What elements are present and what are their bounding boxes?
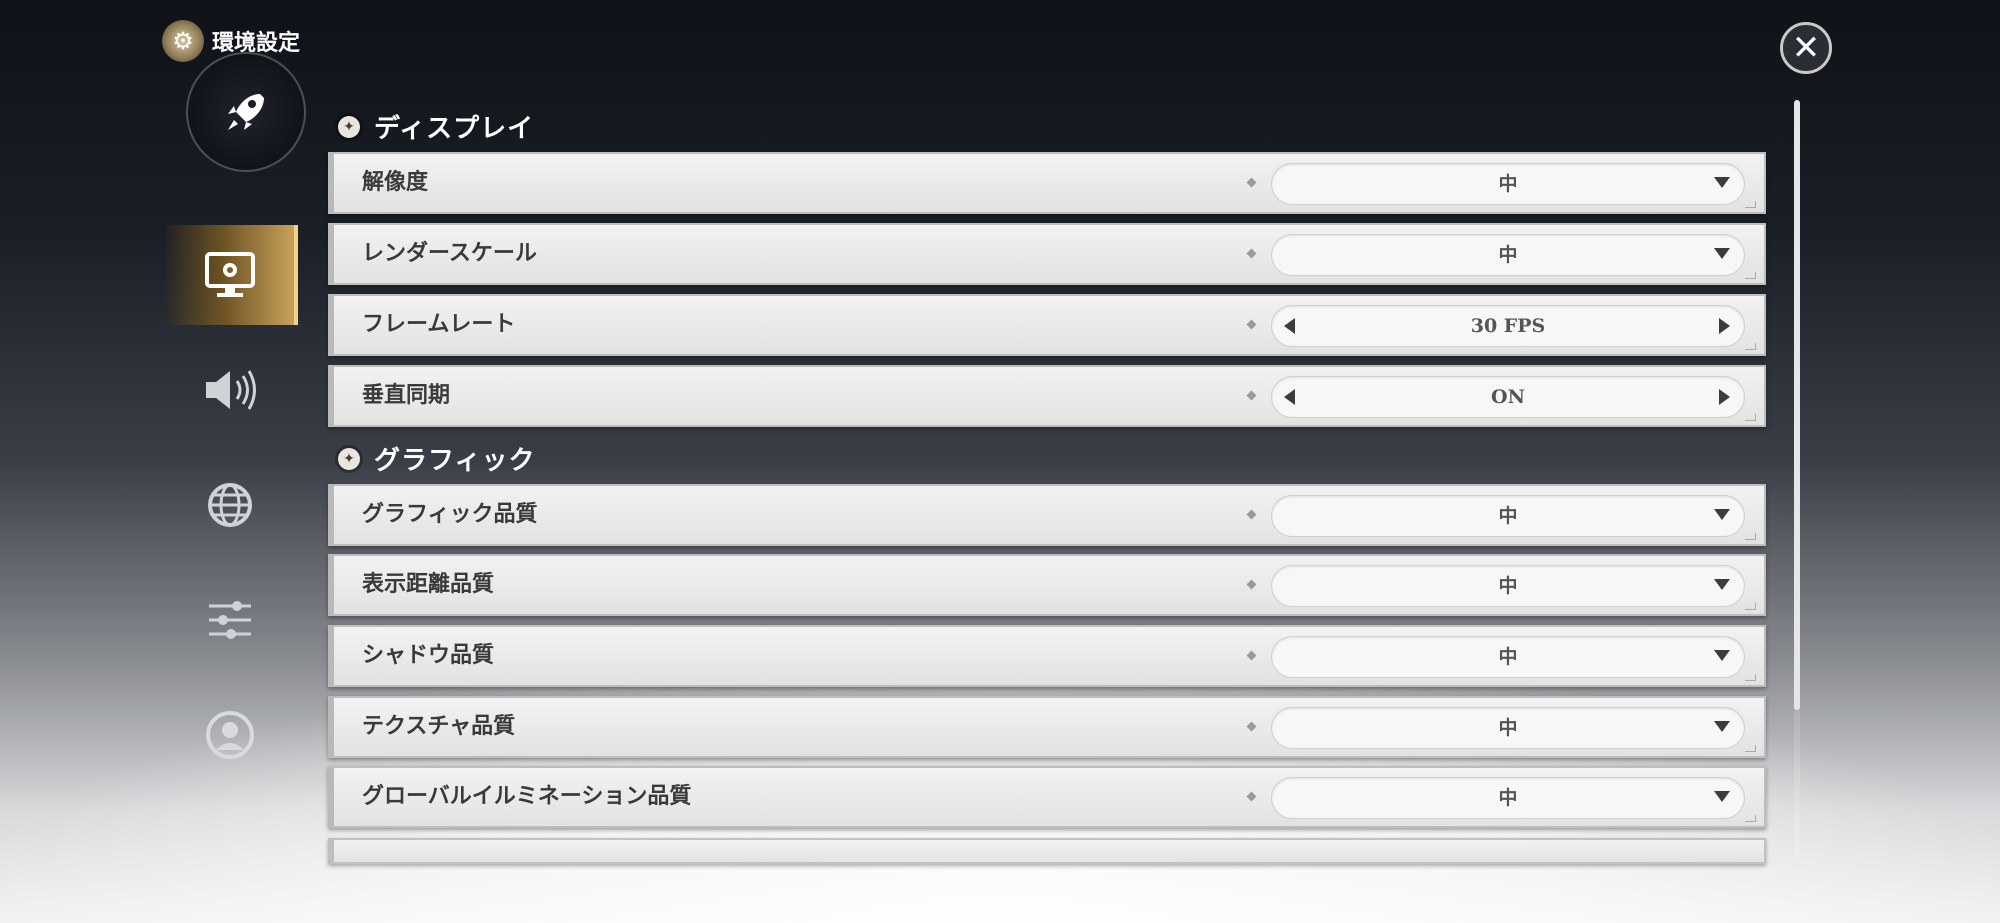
dropdown-value: 中 <box>1498 173 1518 195</box>
speaker-icon <box>206 370 256 410</box>
corner-decoration <box>1745 533 1756 540</box>
user-icon <box>206 711 254 759</box>
nav-item-language[interactable] <box>166 455 294 555</box>
arrow-right-icon[interactable] <box>1719 318 1730 334</box>
section-bullet-icon: ✦ <box>338 115 360 138</box>
frame-rate-stepper[interactable]: 30 FPS <box>1271 305 1745 347</box>
corner-decoration <box>1745 674 1756 681</box>
row-marker-icon <box>1246 248 1257 259</box>
setting-row-graphics-quality: グラフィック品質 中 <box>328 484 1766 546</box>
chevron-down-icon <box>1714 721 1730 732</box>
monitor-gear-icon <box>205 252 255 297</box>
row-marker-icon <box>1246 319 1257 330</box>
shadow-quality-dropdown[interactable]: 中 <box>1271 636 1745 678</box>
corner-decoration <box>1745 201 1756 208</box>
chevron-down-icon <box>1714 791 1730 802</box>
setting-row-resolution: 解像度 中 <box>328 152 1766 214</box>
close-button[interactable]: ✕ <box>1780 22 1832 74</box>
corner-decoration <box>1745 745 1756 752</box>
close-icon: ✕ <box>1791 28 1821 68</box>
dropdown-value: 中 <box>1498 646 1518 668</box>
scrollbar[interactable] <box>1794 100 1800 857</box>
nav-item-account[interactable] <box>166 685 294 785</box>
scrollbar-thumb[interactable] <box>1794 100 1800 710</box>
arrow-right-icon[interactable] <box>1719 389 1730 405</box>
nav-item-controls[interactable] <box>166 570 294 670</box>
global-illumination-dropdown[interactable]: 中 <box>1271 777 1745 819</box>
setting-row-frame-rate: フレームレート 30 FPS <box>328 294 1766 356</box>
sliders-icon <box>209 601 251 639</box>
setting-label: グローバルイルミネーション品質 <box>362 784 692 809</box>
chevron-down-icon <box>1714 579 1730 590</box>
setting-row-global-illumination: グローバルイルミネーション品質 中 <box>328 766 1766 828</box>
render-scale-dropdown[interactable]: 中 <box>1271 234 1745 276</box>
chevron-down-icon <box>1714 650 1730 661</box>
nav-item-display[interactable] <box>166 225 298 325</box>
setting-label: テクスチャ品質 <box>362 714 516 739</box>
graphics-quality-dropdown[interactable]: 中 <box>1271 495 1745 537</box>
setting-label: 表示距離品質 <box>362 572 495 597</box>
dropdown-value: 中 <box>1498 575 1518 597</box>
setting-label: シャドウ品質 <box>362 643 495 668</box>
corner-decoration <box>1745 414 1756 421</box>
section-graphics-header: ✦ グラフィック <box>338 440 535 477</box>
nav-item-sound[interactable] <box>166 340 294 440</box>
corner-decoration <box>1745 815 1756 822</box>
setting-row-shadow-quality: シャドウ品質 中 <box>328 625 1766 687</box>
chevron-down-icon <box>1714 177 1730 188</box>
section-bullet-icon: ✦ <box>338 447 360 470</box>
nav-item-rocket[interactable] <box>186 52 306 172</box>
dropdown-value: 中 <box>1498 505 1518 527</box>
section-title: グラフィック <box>374 446 536 476</box>
corner-decoration <box>1745 603 1756 610</box>
dropdown-value: 中 <box>1498 244 1518 266</box>
setting-label: 解像度 <box>362 170 429 195</box>
row-marker-icon <box>1246 390 1257 401</box>
globe-icon <box>208 483 252 527</box>
chevron-down-icon <box>1714 509 1730 520</box>
rocket-icon <box>228 94 264 130</box>
resolution-dropdown[interactable]: 中 <box>1271 163 1745 205</box>
view-distance-dropdown[interactable]: 中 <box>1271 565 1745 607</box>
row-marker-icon <box>1246 509 1257 520</box>
setting-row-partial <box>328 838 1766 864</box>
row-marker-icon <box>1246 721 1257 732</box>
setting-label: レンダースケール <box>362 241 537 266</box>
corner-decoration <box>1745 343 1756 350</box>
setting-row-view-distance: 表示距離品質 中 <box>328 554 1766 616</box>
dropdown-value: 中 <box>1498 787 1518 809</box>
stepper-value: ON <box>1491 386 1525 408</box>
corner-decoration <box>1745 272 1756 279</box>
stepper-value: 30 FPS <box>1470 315 1546 337</box>
setting-label: グラフィック品質 <box>362 502 538 527</box>
row-marker-icon <box>1246 650 1257 661</box>
section-display-header: ✦ ディスプレイ <box>338 108 534 145</box>
row-marker-icon <box>1246 579 1257 590</box>
section-title: ディスプレイ <box>374 114 535 144</box>
settings-nav <box>160 40 306 840</box>
dropdown-value: 中 <box>1498 717 1518 739</box>
texture-quality-dropdown[interactable]: 中 <box>1271 707 1745 749</box>
vsync-stepper[interactable]: ON <box>1271 376 1745 418</box>
setting-label: 垂直同期 <box>362 383 451 408</box>
setting-label: フレームレート <box>362 312 516 337</box>
chevron-down-icon <box>1714 248 1730 259</box>
setting-row-vsync: 垂直同期 ON <box>328 365 1766 427</box>
setting-row-render-scale: レンダースケール 中 <box>328 223 1766 285</box>
row-marker-icon <box>1246 177 1257 188</box>
row-marker-icon <box>1246 791 1257 802</box>
setting-row-texture-quality: テクスチャ品質 中 <box>328 696 1766 758</box>
